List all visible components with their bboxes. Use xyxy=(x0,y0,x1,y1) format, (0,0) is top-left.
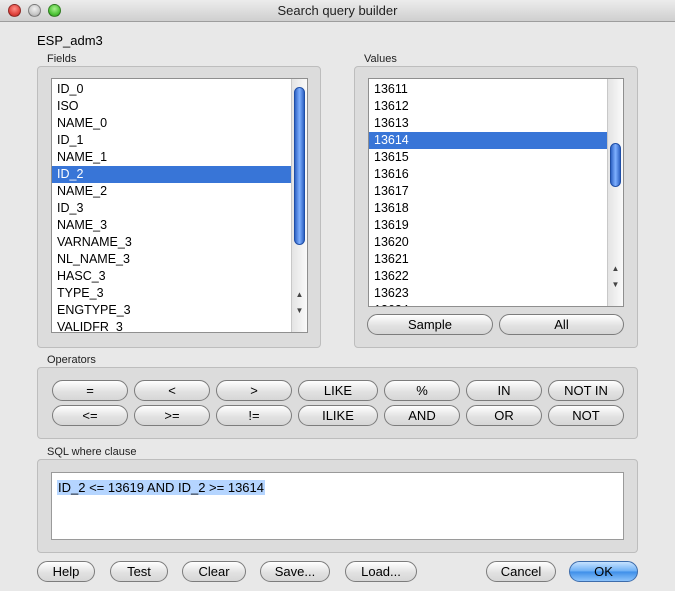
list-item[interactable]: NAME_1 xyxy=(52,149,291,166)
cancel-button[interactable]: Cancel xyxy=(486,561,556,582)
list-item[interactable]: ID_0 xyxy=(52,81,291,98)
clear-button[interactable]: Clear xyxy=(182,561,246,582)
sql-where-clause-input[interactable]: ID_2 <= 13619 AND ID_2 >= 13614 xyxy=(51,472,624,540)
operator-equals-button[interactable]: = xyxy=(52,380,128,401)
scroll-up-arrow-icon[interactable]: ▲ xyxy=(292,287,307,302)
list-item[interactable]: VARNAME_3 xyxy=(52,234,291,251)
operator-in-button[interactable]: IN xyxy=(466,380,542,401)
operator-not-button[interactable]: NOT xyxy=(548,405,624,426)
operator-like-button[interactable]: LIKE xyxy=(298,380,378,401)
list-item[interactable]: 13613 xyxy=(369,115,607,132)
list-item[interactable]: 13624 xyxy=(369,302,607,306)
list-item[interactable]: 13617 xyxy=(369,183,607,200)
scroll-down-arrow-icon[interactable]: ▼ xyxy=(292,303,307,318)
values-list[interactable]: 1362413623136221362113620136191361813617… xyxy=(368,78,624,307)
all-button[interactable]: All xyxy=(499,314,624,335)
scroll-down-arrow-icon[interactable]: ▼ xyxy=(608,277,623,292)
list-item[interactable]: TYPE_3 xyxy=(52,285,291,302)
operator-less-equal-button[interactable]: <= xyxy=(52,405,128,426)
scroll-up-arrow-icon[interactable]: ▲ xyxy=(608,261,623,276)
operator-percent-button[interactable]: % xyxy=(384,380,460,401)
sql-where-clause-text: ID_2 <= 13619 AND ID_2 >= 13614 xyxy=(57,480,265,495)
ok-button[interactable]: OK xyxy=(569,561,638,582)
operators-group-label: Operators xyxy=(47,354,96,366)
help-button[interactable]: Help xyxy=(37,561,95,582)
list-item[interactable]: VALIDFR_3 xyxy=(52,319,291,332)
list-item[interactable]: ISO xyxy=(52,98,291,115)
sql-group-label: SQL where clause xyxy=(47,446,137,458)
operator-ilike-button[interactable]: ILIKE xyxy=(298,405,378,426)
operator-not-equal-button[interactable]: != xyxy=(216,405,292,426)
save-button[interactable]: Save... xyxy=(260,561,330,582)
list-item[interactable]: 13621 xyxy=(369,251,607,268)
list-item[interactable]: HASC_3 xyxy=(52,268,291,285)
fields-group-label: Fields xyxy=(47,53,77,65)
load-button[interactable]: Load... xyxy=(345,561,417,582)
operator-greater-equal-button[interactable]: >= xyxy=(134,405,210,426)
list-item[interactable]: NAME_2 xyxy=(52,183,291,200)
test-button[interactable]: Test xyxy=(110,561,168,582)
list-item[interactable]: 13614 xyxy=(369,132,607,149)
list-item[interactable]: NAME_3 xyxy=(52,217,291,234)
operator-and-button[interactable]: AND xyxy=(384,405,460,426)
operator-not-in-button[interactable]: NOT IN xyxy=(548,380,624,401)
list-item[interactable]: ID_3 xyxy=(52,200,291,217)
list-item[interactable]: 13615 xyxy=(369,149,607,166)
list-item[interactable]: NAME_0 xyxy=(52,115,291,132)
values-scroll-thumb[interactable] xyxy=(610,143,621,187)
operator-or-button[interactable]: OR xyxy=(466,405,542,426)
list-item[interactable]: ID_2 xyxy=(52,166,291,183)
operator-greater-than-button[interactable]: > xyxy=(216,380,292,401)
list-item[interactable]: 13611 xyxy=(369,81,607,98)
list-item[interactable]: 13622 xyxy=(369,268,607,285)
values-scrollbar[interactable]: ▲ ▼ xyxy=(607,79,623,306)
list-item[interactable]: NL_NAME_3 xyxy=(52,251,291,268)
operators-group xyxy=(37,367,638,439)
values-group-label: Values xyxy=(364,53,397,65)
list-item[interactable]: ID_1 xyxy=(52,132,291,149)
list-item[interactable]: 13620 xyxy=(369,234,607,251)
list-item[interactable]: ENGTYPE_3 xyxy=(52,302,291,319)
list-item[interactable]: 13623 xyxy=(369,285,607,302)
operator-less-than-button[interactable]: < xyxy=(134,380,210,401)
fields-scroll-thumb[interactable] xyxy=(294,87,305,245)
window-title: Search query builder xyxy=(277,3,398,18)
list-item[interactable]: 13616 xyxy=(369,166,607,183)
list-item[interactable]: 13618 xyxy=(369,200,607,217)
fields-scrollbar[interactable]: ▲ ▼ xyxy=(291,79,307,332)
list-item[interactable]: 13612 xyxy=(369,98,607,115)
sample-button[interactable]: Sample xyxy=(367,314,493,335)
title-bar[interactable]: Search query builder xyxy=(0,0,675,22)
fields-list[interactable]: VALIDFR_3 ENGTYPE_3 TYPE_3 HASC_3 NL_NAME_3 V… xyxy=(51,78,308,333)
list-item[interactable]: 13619 xyxy=(369,217,607,234)
layer-name: ESP_adm3 xyxy=(37,33,103,48)
